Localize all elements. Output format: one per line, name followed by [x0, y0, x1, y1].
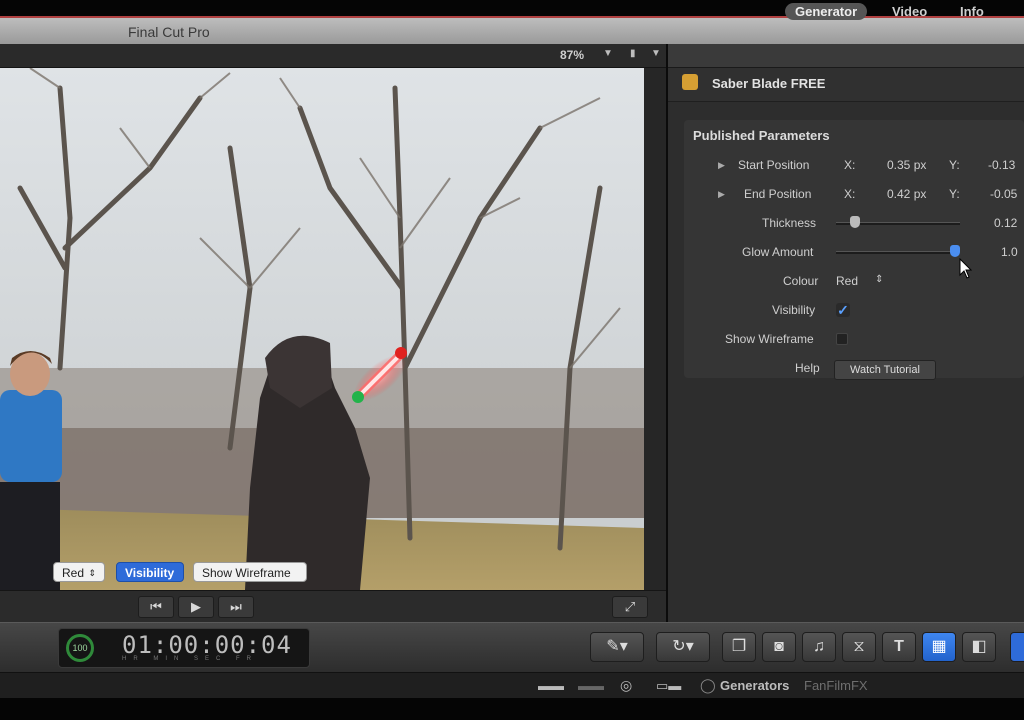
end-position-label: End Position — [744, 187, 812, 201]
generator-icon[interactable]: ▦ — [922, 632, 956, 662]
colour-popup[interactable]: Red — [836, 274, 858, 288]
tab-video[interactable]: Video — [892, 4, 927, 19]
status-bar — [0, 672, 1024, 698]
viewer-header: 87% ▼ ▮ ▼ — [0, 44, 666, 68]
clip-appearance-icon[interactable]: ▬▬ — [538, 678, 564, 693]
overlay-wireframe-button[interactable]: Show Wireframe — [193, 562, 307, 582]
view-options-icon[interactable]: ▮ — [630, 48, 636, 59]
background-tasks-indicator[interactable]: 100 — [66, 634, 94, 662]
retime-icon[interactable]: ↻▾ — [656, 632, 710, 662]
clip-icon[interactable]: ❐ — [722, 632, 756, 662]
disclosure-triangle-icon[interactable]: ▶ — [718, 160, 725, 171]
thickness-slider-knob[interactable] — [849, 216, 860, 228]
end-x-value[interactable]: 0.42 px — [887, 187, 926, 201]
show-wireframe-label: Show Wireframe — [725, 332, 814, 346]
show-wireframe-checkbox[interactable] — [836, 333, 848, 345]
app-title: Final Cut Pro — [128, 24, 210, 40]
timecode-display[interactable]: 01:00:00:04 — [122, 631, 292, 659]
saber-start-handle — [352, 391, 364, 403]
visibility-label: Visibility — [772, 303, 816, 317]
published-parameters-title: Published Parameters — [693, 128, 830, 143]
disclosure-triangle-icon[interactable]: ▶ — [718, 189, 725, 200]
overlay-colour-label: Red — [62, 566, 85, 580]
glow-slider-track[interactable] — [836, 251, 960, 254]
music-icon[interactable]: ♫ — [802, 632, 836, 662]
colour-label: Colour — [783, 274, 819, 288]
generator-icon — [682, 74, 698, 90]
browser-subcategory[interactable]: FanFilmFX — [804, 678, 868, 693]
inspector-tabs — [668, 44, 1024, 68]
glow-amount-label: Glow Amount — [742, 245, 814, 259]
start-x-value[interactable]: 0.35 px — [887, 158, 926, 172]
window-titlebar: Final Cut Pro — [0, 16, 1024, 44]
tab-generator[interactable]: Generator — [785, 3, 868, 20]
title-icon[interactable]: T — [882, 632, 916, 662]
thickness-label: Thickness — [762, 216, 817, 230]
generators-browser-icon: ◯ — [700, 677, 716, 693]
camera-icon[interactable]: ◙ — [762, 632, 796, 662]
viewer-video-frame[interactable] — [0, 68, 644, 590]
glow-slider-knob[interactable] — [950, 245, 960, 257]
start-x-label: X: — [844, 158, 856, 172]
end-y-label: Y: — [949, 187, 960, 201]
clip-height-icon[interactable]: ▬▬ — [578, 678, 604, 693]
next-frame-icon[interactable]: ⏭ — [218, 596, 254, 618]
theme-icon[interactable]: ◧ — [962, 632, 996, 662]
top-black-bar — [0, 0, 1024, 16]
zoom-level[interactable]: 87% — [560, 48, 584, 62]
overlay-colour-popup[interactable]: Red ⇕ — [53, 562, 105, 582]
previous-frame-icon[interactable]: ⏮ — [138, 596, 174, 618]
chevron-updown-icon[interactable]: ⇕ — [875, 274, 883, 285]
viewer-transport-bar: ⏮ ▶ ⏭ ⤢ — [0, 590, 666, 622]
watch-tutorial-button[interactable]: Watch Tutorial — [834, 360, 936, 380]
snapping-icon[interactable]: ▭▬ — [656, 678, 681, 694]
video-scene — [0, 68, 644, 590]
end-x-label: X: — [844, 187, 856, 201]
glow-value[interactable]: 1.0 — [1001, 245, 1018, 259]
inspector-toggle-icon[interactable] — [1010, 632, 1024, 662]
tab-info[interactable]: Info — [960, 4, 984, 19]
audio-skimming-icon[interactable]: ◎ — [620, 677, 632, 694]
chevron-updown-icon: ⇕ — [88, 568, 96, 578]
timecode-units: HR MIN SEC FR — [122, 656, 258, 662]
bottom-black-bar — [0, 698, 1024, 720]
start-y-value[interactable]: -0.13 — [988, 158, 1015, 172]
start-y-label: Y: — [949, 158, 960, 172]
saber-end-handle — [395, 347, 407, 359]
play-icon[interactable]: ▶ — [178, 596, 214, 618]
overlay-visibility-button[interactable]: Visibility — [116, 562, 184, 582]
visibility-checkbox[interactable]: ✓ — [836, 303, 850, 317]
zoom-dropdown-icon[interactable]: ▼ — [603, 48, 613, 59]
generator-name: Saber Blade FREE — [712, 76, 826, 91]
browser-category[interactable]: Generators — [720, 678, 789, 693]
view-dropdown-icon[interactable]: ▼ — [651, 48, 661, 59]
start-position-label: Start Position — [738, 158, 810, 172]
viewer-side-panel — [644, 68, 666, 590]
thickness-value[interactable]: 0.12 — [994, 216, 1017, 230]
fullscreen-icon[interactable]: ⤢ — [612, 596, 648, 618]
transition-icon[interactable]: ⧖ — [842, 632, 876, 662]
end-y-value[interactable]: -0.05 — [990, 187, 1017, 201]
mouse-cursor-icon — [959, 258, 973, 279]
help-label: Help — [795, 361, 820, 375]
magic-wand-icon[interactable]: ✎▾ — [590, 632, 644, 662]
